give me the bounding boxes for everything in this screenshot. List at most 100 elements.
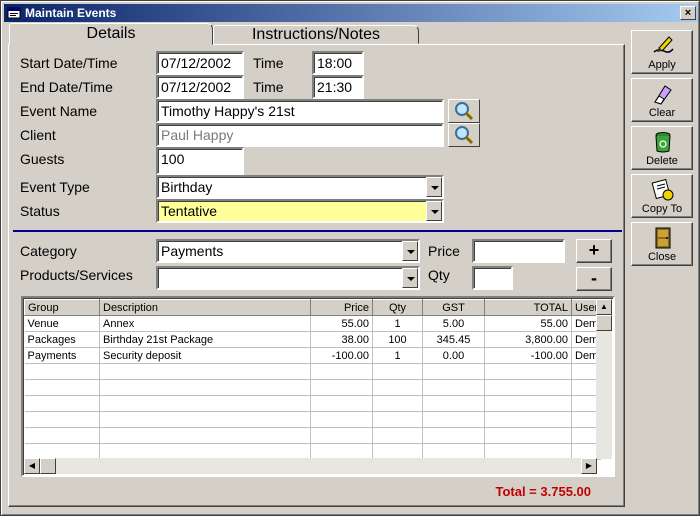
column-header-description[interactable]: Description (99, 299, 311, 316)
cell-price: 55.00 (310, 315, 373, 332)
scroll-left-icon[interactable]: ◀ (24, 458, 40, 474)
remove-item-button[interactable]: - (576, 267, 612, 291)
status-select[interactable]: Tentative (156, 199, 444, 223)
window-title: Maintain Events (25, 6, 117, 20)
column-header-group[interactable]: Group (24, 299, 100, 316)
chevron-down-icon[interactable] (426, 201, 442, 221)
price-field[interactable] (472, 239, 565, 263)
start-datetime-label: Start Date/Time (20, 55, 118, 71)
close-label: Close (647, 251, 677, 263)
grand-total: Total = 3.755.00 (495, 484, 591, 499)
column-header-gst[interactable]: GST (422, 299, 485, 316)
eraser-icon (654, 85, 672, 105)
tab-details[interactable]: Details (9, 23, 213, 45)
cell-total: -100.00 (484, 347, 572, 364)
empty-row (24, 363, 601, 380)
clear-label: Clear (648, 107, 676, 119)
end-time-label: Time (253, 79, 284, 95)
client-search-button[interactable] (448, 123, 480, 147)
event-type-value: Birthday (161, 179, 213, 195)
chevron-down-icon[interactable] (426, 177, 442, 197)
event-type-label: Event Type (20, 179, 90, 195)
cell-description: Security deposit (99, 347, 311, 364)
price-label: Price (428, 243, 460, 259)
category-select[interactable]: Payments (156, 239, 420, 263)
event-name-label: Event Name (20, 103, 98, 119)
end-datetime-label: End Date/Time (20, 79, 113, 95)
title-bar[interactable]: Maintain Events × (4, 4, 698, 22)
delete-button[interactable]: Delete (631, 126, 693, 170)
empty-row (24, 379, 601, 396)
horizontal-scroll-thumb[interactable] (40, 458, 56, 474)
apply-label: Apply (648, 59, 676, 71)
end-date-field[interactable]: 07/12/2002 (156, 75, 244, 99)
cell-qty: 100 (372, 331, 423, 348)
tab-instructions-notes[interactable]: Instructions/Notes (213, 25, 419, 44)
cell-description: Annex (99, 315, 311, 332)
cell-total: 55.00 (484, 315, 572, 332)
trash-icon (655, 132, 671, 153)
copy-to-button[interactable]: Copy To (631, 174, 693, 218)
horizontal-scrollbar[interactable]: ◀ ▶ (24, 458, 597, 474)
apply-icon (653, 36, 674, 53)
empty-row (24, 411, 601, 428)
cell-price: -100.00 (310, 347, 373, 364)
start-time-field[interactable]: 18:00 (312, 51, 364, 75)
guests-field[interactable]: 100 (156, 147, 244, 175)
cell-qty: 1 (372, 347, 423, 364)
table-row[interactable]: Packages Birthday 21st Package 38.00 100… (24, 331, 601, 348)
empty-row (24, 427, 601, 444)
cell-group: Venue (24, 315, 100, 332)
table-row[interactable]: Payments Security deposit -100.00 1 0.00… (24, 347, 601, 364)
door-icon (655, 227, 671, 249)
event-search-button[interactable] (448, 99, 480, 123)
cell-description: Birthday 21st Package (99, 331, 311, 348)
section-divider (13, 230, 622, 232)
copy-to-label: Copy To (641, 203, 683, 215)
column-header-qty[interactable]: Qty (372, 299, 423, 316)
chevron-down-icon[interactable] (402, 241, 418, 261)
chevron-down-icon[interactable] (402, 268, 418, 288)
category-label: Category (20, 243, 77, 259)
scroll-right-icon[interactable]: ▶ (581, 458, 597, 474)
maintain-events-window: Maintain Events × Instructions/Notes Det… (0, 0, 700, 516)
cell-group: Payments (24, 347, 100, 364)
app-icon (7, 7, 21, 19)
products-services-label: Products/Services (20, 267, 133, 283)
category-value: Payments (161, 243, 224, 259)
cell-total: 3,800.00 (484, 331, 572, 348)
guests-label: Guests (20, 151, 65, 167)
vertical-scroll-thumb[interactable] (596, 315, 612, 331)
clear-button[interactable]: Clear (631, 78, 693, 122)
copy-icon (651, 178, 674, 201)
status-value: Tentative (161, 203, 218, 219)
cell-qty: 1 (372, 315, 423, 332)
client-label: Client (20, 127, 56, 143)
event-type-select[interactable]: Birthday (156, 175, 444, 199)
vertical-scrollbar[interactable]: ▲ (596, 299, 612, 459)
add-item-button[interactable]: + (576, 239, 612, 263)
qty-label: Qty (428, 267, 450, 283)
start-time-label: Time (253, 55, 284, 71)
close-button[interactable]: Close (631, 222, 693, 266)
magnifier-icon (455, 126, 474, 145)
scroll-up-icon[interactable]: ▲ (596, 299, 612, 315)
items-grid[interactable]: Group Description Price Qty GST TOTAL Us… (21, 296, 615, 477)
start-date-field[interactable]: 07/12/2002 (156, 51, 244, 75)
items-table: Group Description Price Qty GST TOTAL Us… (24, 299, 601, 460)
products-services-select[interactable] (156, 266, 420, 290)
column-header-total[interactable]: TOTAL (484, 299, 572, 316)
cell-price: 38.00 (310, 331, 373, 348)
client-field[interactable]: Paul Happy (156, 123, 444, 147)
cell-gst: 5.00 (422, 315, 485, 332)
qty-field[interactable] (472, 266, 513, 290)
window-close-button[interactable]: × (680, 6, 696, 20)
apply-button[interactable]: Apply (631, 30, 693, 74)
cell-gst: 0.00 (422, 347, 485, 364)
column-header-price[interactable]: Price (310, 299, 373, 316)
status-label: Status (20, 203, 60, 219)
table-row[interactable]: Venue Annex 55.00 1 5.00 55.00 Demo (24, 315, 601, 332)
end-time-field[interactable]: 21:30 (312, 75, 364, 99)
event-name-field[interactable]: Timothy Happy's 21st (156, 99, 444, 123)
delete-label: Delete (646, 155, 678, 167)
